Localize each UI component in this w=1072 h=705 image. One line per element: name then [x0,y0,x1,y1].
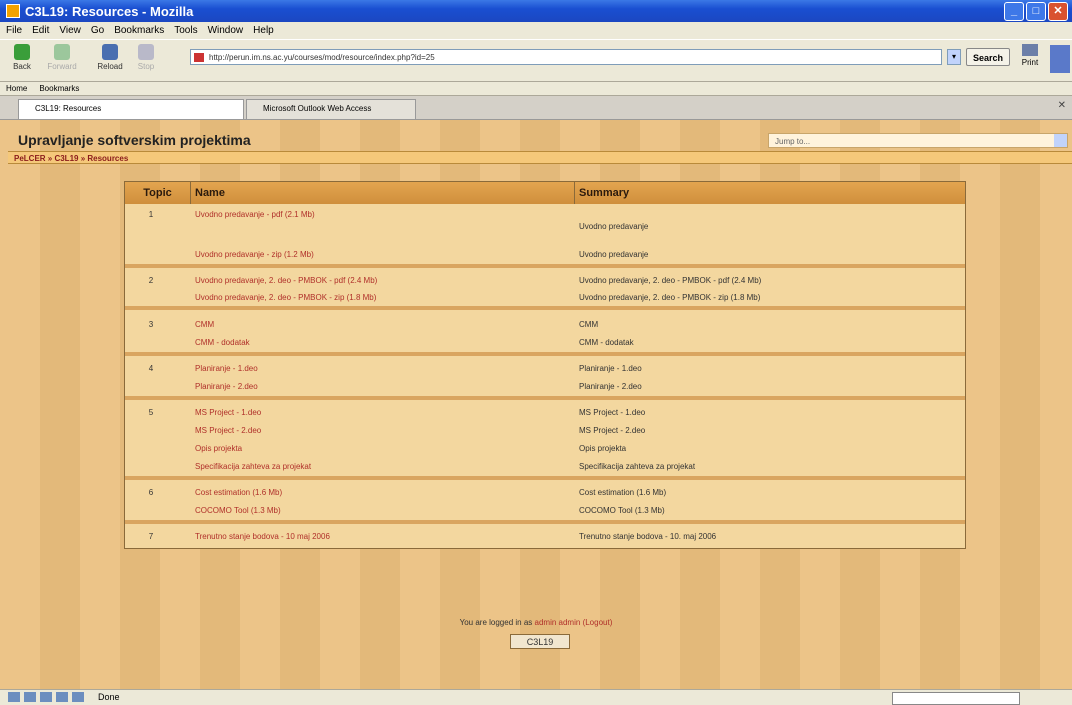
resource-link[interactable]: Uvodno predavanje, 2. deo - PMBOK - pdf … [195,276,377,285]
resources-table: Topic Name Summary 1 Uvodno predavanje -… [124,181,966,549]
topic-separator [125,352,965,356]
bookmark-home[interactable]: Home [6,84,27,93]
back-arrow-icon [14,44,30,60]
resource-link[interactable]: MS Project - 2.deo [195,426,261,435]
resource-link[interactable]: Trenutno stanje bodova - 10 maj 2006 [195,532,330,541]
window-title: C3L19: Resources - Mozilla [25,3,194,19]
stop-icon [138,44,154,60]
print-button[interactable]: Print [1016,44,1044,67]
resource-link[interactable]: Cost estimation (1.6 Mb) [195,488,282,497]
url-input[interactable]: http://perun.im.ns.ac.yu/courses/mod/res… [190,49,942,65]
search-button[interactable]: Search [966,48,1010,66]
topic-separator [125,476,965,480]
header-name: Name [191,182,575,204]
close-tab-icon[interactable]: ✕ [1058,100,1066,111]
url-dropdown-button[interactable]: ▾ [947,49,961,65]
header-topic: Topic [125,182,191,204]
resource-link[interactable]: Uvodno predavanje - pdf (2.1 Mb) [195,210,315,219]
resource-link[interactable]: MS Project - 1.deo [195,408,261,417]
menu-view[interactable]: View [59,25,81,36]
table-header: Topic Name Summary [125,182,965,204]
forward-arrow-icon [54,44,70,60]
bookmark-bookmarks[interactable]: Bookmarks [39,84,79,93]
topic-separator [125,264,965,268]
reload-button[interactable]: Reload [92,44,128,71]
mail-icon[interactable] [24,692,36,702]
resource-link[interactable]: CMM - dodatak [195,338,250,347]
status-bar: Done [0,689,1072,705]
menu-help[interactable]: Help [253,25,274,36]
window-titlebar: C3L19: Resources - Mozilla _ □ ✕ [0,0,1072,22]
throbber-logo [1050,45,1070,73]
menu-edit[interactable]: Edit [32,25,49,36]
bookmarks-toolbar: Home Bookmarks [0,82,1072,96]
topic-separator [125,306,965,310]
resource-link[interactable]: Planiranje - 2.deo [195,382,258,391]
jump-to-select[interactable]: Jump to... [768,133,1068,148]
mozilla-app-icon [6,4,20,18]
tab-outlook[interactable]: Microsoft Outlook Web Access [246,99,416,119]
tab-resources[interactable]: C3L19: Resources [18,99,244,119]
menu-file[interactable]: File [6,25,22,36]
reload-icon [102,44,118,60]
composer-icon[interactable] [40,692,52,702]
menu-bookmarks[interactable]: Bookmarks [114,25,164,36]
menu-go[interactable]: Go [91,25,104,36]
site-favicon [194,53,204,62]
resource-link[interactable]: CMM [195,320,214,329]
menu-tools[interactable]: Tools [174,25,197,36]
status-icons [8,692,84,702]
resource-link[interactable]: Planiranje - 1.deo [195,364,258,373]
logout-link[interactable]: (Logout) [583,618,613,627]
menu-bar: File Edit View Go Bookmarks Tools Window… [0,22,1072,39]
topic-separator [125,520,965,524]
close-window-button[interactable]: ✕ [1048,2,1068,21]
maximize-button[interactable]: □ [1026,2,1046,21]
resource-link[interactable]: Specifikacija zahteva za projekat [195,462,311,471]
page-footer: You are logged in as admin admin (Logout… [0,612,1072,684]
stop-button[interactable]: Stop [128,44,164,71]
irc-icon[interactable] [72,692,84,702]
back-button[interactable]: Back [4,44,40,71]
header-summary: Summary [579,187,630,199]
chevron-down-icon [1054,134,1067,147]
course-home-button[interactable]: C3L19 [510,634,570,649]
resource-link[interactable]: Uvodno predavanje - zip (1.2 Mb) [195,250,314,259]
page-content: Upravljanje softverskim projektima Jump … [0,120,1072,689]
forward-button[interactable]: Forward [44,44,80,71]
resource-link[interactable]: COCOMO Tool (1.3 Mb) [195,506,281,515]
breadcrumb[interactable]: PeLCER » C3L19 » Resources [8,151,1072,164]
printer-icon [1022,44,1038,56]
login-info: You are logged in as admin admin (Logout… [459,618,613,627]
navigation-toolbar: Back Forward Reload Stop http://perun.im… [0,39,1072,82]
progress-bar [892,692,1020,705]
resource-link[interactable]: Opis projekta [195,444,242,453]
navigator-icon[interactable] [8,692,20,702]
resource-link[interactable]: Uvodno predavanje, 2. deo - PMBOK - zip … [195,293,376,302]
page-title: Upravljanje softverskim projektima [18,132,251,148]
addressbook-icon[interactable] [56,692,68,702]
tab-bar: C3L19: Resources Microsoft Outlook Web A… [0,96,1072,120]
menu-window[interactable]: Window [208,25,244,36]
user-link[interactable]: admin admin [535,618,581,627]
topic-separator [125,396,965,400]
status-text: Done [98,692,120,702]
minimize-button[interactable]: _ [1004,2,1024,21]
